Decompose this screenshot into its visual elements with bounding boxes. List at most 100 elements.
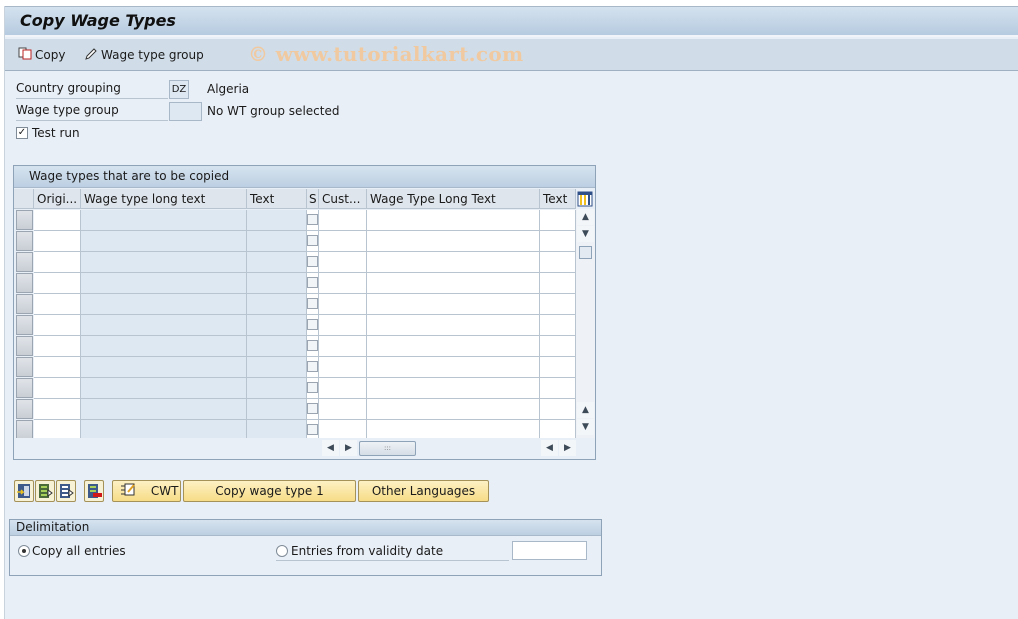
vertical-scrollbar[interactable]: ▲ ▼ ▲ ▼ bbox=[576, 209, 595, 438]
validity-date-input[interactable] bbox=[512, 541, 587, 560]
scroll-down-button[interactable]: ▼ bbox=[577, 226, 594, 242]
table-cell[interactable] bbox=[367, 210, 540, 231]
table-cell[interactable] bbox=[367, 399, 540, 420]
row-selector[interactable] bbox=[16, 294, 33, 314]
row-selector[interactable] bbox=[16, 231, 33, 251]
table-cell[interactable] bbox=[540, 315, 576, 336]
column-header-text[interactable]: Text bbox=[247, 189, 307, 209]
table-cell[interactable] bbox=[367, 336, 540, 357]
table-cell[interactable] bbox=[319, 399, 367, 420]
test-run-checkbox[interactable]: ✓ bbox=[16, 127, 28, 139]
row-checkbox[interactable] bbox=[307, 382, 318, 393]
table-cell[interactable] bbox=[367, 252, 540, 273]
table-cell[interactable] bbox=[307, 378, 319, 399]
table-cell[interactable] bbox=[307, 357, 319, 378]
row-selector[interactable] bbox=[16, 273, 33, 293]
table-cell[interactable] bbox=[367, 231, 540, 252]
column-header-customer[interactable]: Cust... bbox=[319, 189, 367, 209]
column-header-custom-wage-type-long-text[interactable]: Wage Type Long Text bbox=[367, 189, 540, 209]
country-grouping-field[interactable]: DZ bbox=[169, 80, 189, 99]
table-cell[interactable] bbox=[367, 294, 540, 315]
row-selector[interactable] bbox=[16, 210, 33, 230]
scroll-right-button[interactable]: ▶ bbox=[340, 440, 357, 456]
copy-all-entries-radio[interactable] bbox=[18, 545, 30, 557]
table-cell[interactable] bbox=[367, 357, 540, 378]
table-cell[interactable] bbox=[34, 273, 81, 294]
scroll-right-end-button[interactable]: ▶ bbox=[559, 440, 576, 456]
table-cell[interactable] bbox=[540, 273, 576, 294]
row-checkbox[interactable] bbox=[307, 298, 318, 309]
table-cell[interactable] bbox=[319, 294, 367, 315]
table-cell[interactable] bbox=[307, 231, 319, 252]
table-cell[interactable] bbox=[307, 336, 319, 357]
table-cell[interactable] bbox=[34, 210, 81, 231]
row-selector[interactable] bbox=[16, 420, 33, 440]
table-cell[interactable] bbox=[319, 210, 367, 231]
column-layout-icon[interactable] bbox=[577, 191, 593, 210]
table-cell[interactable] bbox=[540, 357, 576, 378]
select-block-button[interactable] bbox=[35, 480, 55, 502]
column-header-original[interactable]: Origi... bbox=[34, 189, 81, 209]
table-cell[interactable] bbox=[319, 273, 367, 294]
table-cell[interactable] bbox=[540, 294, 576, 315]
table-cell[interactable] bbox=[367, 273, 540, 294]
table-cell[interactable] bbox=[367, 315, 540, 336]
select-all-header[interactable] bbox=[14, 189, 34, 209]
table-cell[interactable] bbox=[34, 357, 81, 378]
table-cell[interactable] bbox=[540, 210, 576, 231]
delete-row-button[interactable] bbox=[84, 480, 104, 502]
scroll-page-up-button[interactable]: ▲ bbox=[577, 402, 594, 418]
column-header-s[interactable]: S bbox=[307, 189, 319, 209]
table-cell[interactable] bbox=[319, 231, 367, 252]
column-header-custom-text[interactable]: Text bbox=[540, 189, 576, 209]
table-cell[interactable] bbox=[319, 252, 367, 273]
table-cell[interactable] bbox=[540, 231, 576, 252]
table-cell[interactable] bbox=[34, 231, 81, 252]
row-checkbox[interactable] bbox=[307, 403, 318, 414]
scroll-left-button[interactable]: ◀ bbox=[322, 440, 339, 456]
copy-button[interactable]: Copy bbox=[18, 46, 65, 64]
row-selector[interactable] bbox=[16, 336, 33, 356]
table-cell[interactable] bbox=[319, 357, 367, 378]
table-cell[interactable] bbox=[307, 315, 319, 336]
insert-row-button[interactable] bbox=[14, 480, 34, 502]
scroll-page-down-button[interactable]: ▼ bbox=[577, 419, 594, 435]
wage-type-group-field[interactable] bbox=[169, 102, 202, 121]
scroll-up-button[interactable]: ▲ bbox=[577, 209, 594, 225]
row-checkbox[interactable] bbox=[307, 424, 318, 435]
horizontal-scroll-thumb[interactable]: ::: bbox=[359, 441, 416, 456]
row-selector[interactable] bbox=[16, 252, 33, 272]
column-header-wage-type-long-text[interactable]: Wage type long text bbox=[81, 189, 247, 209]
table-cell[interactable] bbox=[34, 399, 81, 420]
table-cell[interactable] bbox=[34, 315, 81, 336]
table-cell[interactable] bbox=[307, 294, 319, 315]
table-cell[interactable] bbox=[307, 210, 319, 231]
table-cell[interactable] bbox=[319, 315, 367, 336]
table-cell[interactable] bbox=[540, 336, 576, 357]
row-selector[interactable] bbox=[16, 315, 33, 335]
row-checkbox[interactable] bbox=[307, 319, 318, 330]
row-selector[interactable] bbox=[16, 357, 33, 377]
table-cell[interactable] bbox=[540, 252, 576, 273]
table-cell[interactable] bbox=[319, 378, 367, 399]
row-checkbox[interactable] bbox=[307, 256, 318, 267]
scroll-left-end-button[interactable]: ◀ bbox=[541, 440, 558, 456]
table-cell[interactable] bbox=[34, 336, 81, 357]
select-all-button[interactable] bbox=[56, 480, 76, 502]
horizontal-scrollbar[interactable]: ◀ ▶ ::: ◀ ▶ bbox=[14, 438, 595, 458]
copy-wage-type-button[interactable]: Copy wage type 1 bbox=[183, 480, 356, 502]
row-checkbox[interactable] bbox=[307, 277, 318, 288]
other-languages-button[interactable]: Other Languages bbox=[358, 480, 489, 502]
wage-type-group-button[interactable]: Wage type group bbox=[84, 46, 204, 64]
table-cell[interactable] bbox=[34, 378, 81, 399]
table-cell[interactable] bbox=[34, 252, 81, 273]
table-cell[interactable] bbox=[307, 252, 319, 273]
table-cell[interactable] bbox=[319, 336, 367, 357]
table-cell[interactable] bbox=[34, 294, 81, 315]
row-checkbox[interactable] bbox=[307, 361, 318, 372]
row-checkbox[interactable] bbox=[307, 214, 318, 225]
row-checkbox[interactable] bbox=[307, 340, 318, 351]
table-cell[interactable] bbox=[367, 378, 540, 399]
cwt-button[interactable]: CWT bbox=[112, 480, 181, 502]
table-cell[interactable] bbox=[307, 399, 319, 420]
